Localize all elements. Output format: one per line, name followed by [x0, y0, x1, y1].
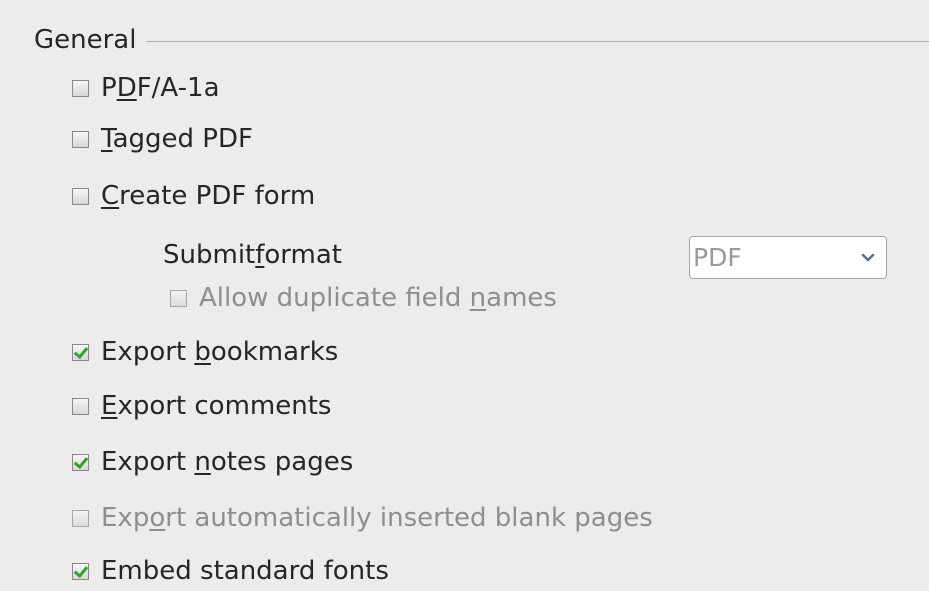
- general-section-title: General: [34, 25, 137, 55]
- export-notes-pages-label: Export notes pages: [101, 447, 353, 477]
- allow-duplicate-label-mnemonic: n: [469, 283, 487, 313]
- export-blank-pages-label: Export automatically inserted blank page…: [101, 503, 653, 533]
- export-bookmarks-label-pre: Export: [101, 337, 195, 367]
- allow-duplicate-label-pre: Allow duplicate field: [199, 283, 470, 313]
- tagged-pdf-label: Tagged PDF: [101, 124, 253, 154]
- tagged-pdf-label-mnemonic: T: [101, 124, 113, 154]
- create-pdf-form-label-mnemonic: C: [101, 181, 120, 211]
- export-bookmarks-label-post: ookmarks: [210, 337, 339, 367]
- pdfa-label-mnemonic: D: [116, 73, 137, 103]
- export-notes-label-pre: Export: [101, 447, 195, 477]
- allow-duplicate-field-names-label: Allow duplicate field names: [199, 283, 557, 313]
- export-notes-pages-checkbox[interactable]: [72, 453, 89, 471]
- allow-duplicate-field-names-checkbox[interactable]: [170, 289, 187, 307]
- pdfa-label-pre: P: [101, 73, 117, 103]
- pdfa-label-post: F/A-1a: [136, 73, 220, 103]
- export-blank-pages-label-mnemonic: o: [149, 503, 166, 533]
- export-comments-checkbox[interactable]: [72, 397, 89, 415]
- pdfa-checkbox-row[interactable]: PDF/A-1a: [72, 68, 220, 108]
- pdfa-label: PDF/A-1a: [101, 73, 220, 103]
- chevron-down-icon: [860, 250, 876, 266]
- export-comments-label-post: xport comments: [117, 391, 332, 421]
- submit-format-label-mnemonic: f: [255, 240, 265, 270]
- export-bookmarks-label-mnemonic: b: [194, 337, 211, 367]
- create-pdf-form-checkbox-row[interactable]: Create PDF form: [72, 176, 315, 216]
- embed-standard-fonts-checkbox[interactable]: [72, 562, 89, 580]
- pdfa-checkbox[interactable]: [72, 79, 89, 97]
- embed-standard-fonts-checkbox-row[interactable]: Embed standard fonts: [72, 551, 389, 591]
- export-comments-label-mnemonic: E: [101, 391, 118, 421]
- export-bookmarks-checkbox-row[interactable]: Export bookmarks: [72, 332, 338, 372]
- export-blank-pages-checkbox[interactable]: [72, 509, 89, 527]
- create-pdf-form-label-post: reate PDF form: [119, 181, 316, 211]
- submit-format-label-post: ormat: [264, 240, 342, 270]
- allow-duplicate-label-post: ames: [486, 283, 557, 313]
- general-section-header: General: [34, 20, 929, 60]
- export-blank-pages-label-post: rt automatically inserted blank pages: [165, 503, 653, 533]
- submit-format-dropdown[interactable]: PDF: [689, 236, 887, 279]
- submit-format-label-pre: Submit: [163, 240, 256, 270]
- allow-duplicate-field-names-checkbox-row[interactable]: Allow duplicate field names: [170, 278, 557, 318]
- tagged-pdf-label-post: agged PDF: [112, 124, 253, 154]
- submit-format-value: PDF: [693, 243, 742, 272]
- export-notes-label-mnemonic: n: [194, 447, 211, 477]
- export-comments-checkbox-row[interactable]: Export comments: [72, 386, 331, 426]
- submit-format-label: Submit f ormat: [163, 235, 342, 275]
- export-bookmarks-checkbox[interactable]: [72, 343, 89, 361]
- export-blank-pages-label-pre: Exp: [101, 503, 150, 533]
- create-pdf-form-label: Create PDF form: [101, 181, 315, 211]
- export-blank-pages-checkbox-row[interactable]: Export automatically inserted blank page…: [72, 498, 653, 538]
- section-divider: [146, 40, 929, 42]
- export-bookmarks-label: Export bookmarks: [101, 337, 338, 367]
- export-comments-label: Export comments: [101, 391, 331, 421]
- export-notes-pages-checkbox-row[interactable]: Export notes pages: [72, 442, 353, 482]
- embed-standard-fonts-label: Embed standard fonts: [101, 556, 389, 586]
- tagged-pdf-checkbox[interactable]: [72, 130, 89, 148]
- tagged-pdf-checkbox-row[interactable]: Tagged PDF: [72, 119, 253, 159]
- create-pdf-form-checkbox[interactable]: [72, 187, 89, 205]
- export-notes-label-post: otes pages: [210, 447, 354, 477]
